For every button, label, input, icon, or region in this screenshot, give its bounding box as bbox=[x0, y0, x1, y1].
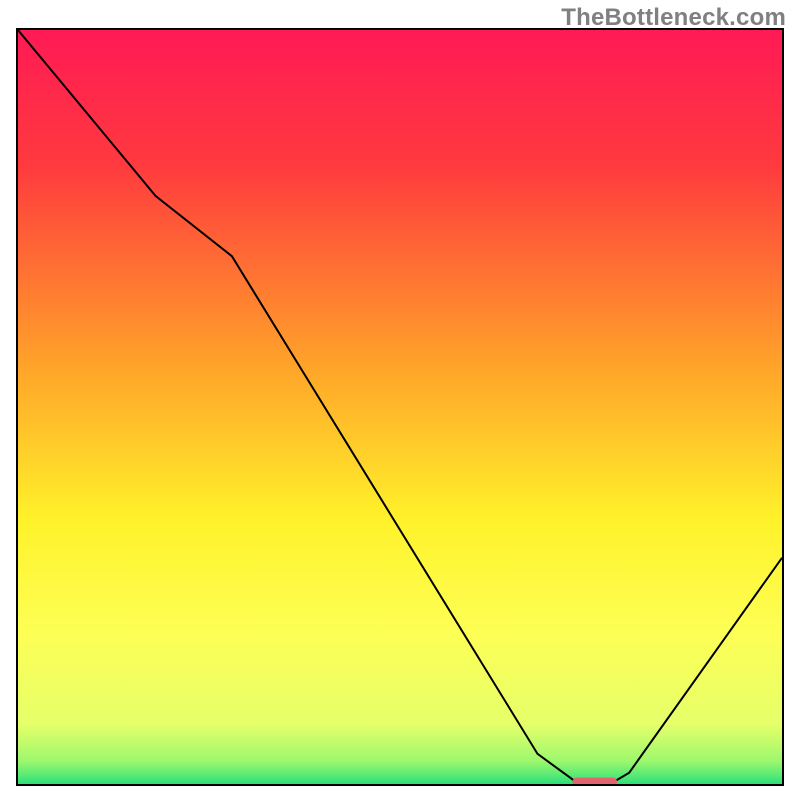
chart-svg bbox=[18, 30, 782, 784]
plot-area bbox=[16, 28, 784, 786]
gradient-background bbox=[18, 30, 782, 784]
optimal-zone-marker bbox=[573, 778, 617, 784]
chart-container: TheBottleneck.com bbox=[0, 0, 800, 800]
watermark-text: TheBottleneck.com bbox=[561, 4, 786, 32]
